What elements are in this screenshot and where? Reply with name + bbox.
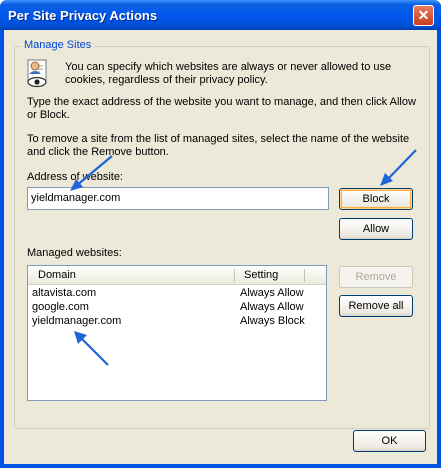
setting-cell: Always Allow xyxy=(240,287,304,299)
remove-instructions-line1: To remove a site from the list of manage… xyxy=(27,133,410,145)
column-header-domain[interactable]: Domain xyxy=(38,269,76,281)
window-title: Per Site Privacy Actions xyxy=(8,8,158,23)
address-input-value: yieldmanager.com xyxy=(31,192,121,204)
annotation-arrow-icon xyxy=(70,155,113,191)
close-icon: ✕ xyxy=(417,7,430,23)
allow-button[interactable]: Allow xyxy=(339,218,413,240)
close-button[interactable]: ✕ xyxy=(413,5,434,26)
list-item[interactable]: yieldmanager.com Always Block xyxy=(28,314,326,328)
intro-text-line1: You can specify which websites are alway… xyxy=(65,61,392,73)
intro-text-line2: cookies, regardless of their privacy pol… xyxy=(65,74,268,86)
dialog-window: Per Site Privacy Actions ✕ Manage Sites … xyxy=(0,0,441,468)
dialog-body: Manage Sites You can specify which websi… xyxy=(4,30,437,464)
remove-all-button[interactable]: Remove all xyxy=(339,295,413,317)
managed-websites-label: Managed websites: xyxy=(27,247,122,259)
annotation-arrow-icon xyxy=(74,331,109,366)
domain-cell: altavista.com xyxy=(32,287,97,299)
column-header-setting[interactable]: Setting xyxy=(244,269,278,281)
list-item[interactable]: google.com Always Allow xyxy=(28,300,326,314)
list-header: Domain Setting xyxy=(28,266,326,285)
domain-cell: yieldmanager.com xyxy=(32,315,122,327)
ok-button[interactable]: OK xyxy=(353,430,426,452)
annotation-arrow-icon xyxy=(380,149,417,186)
remove-button[interactable]: Remove xyxy=(339,266,413,288)
column-divider[interactable] xyxy=(304,269,305,282)
setting-cell: Always Block xyxy=(240,315,305,327)
column-divider[interactable] xyxy=(234,269,235,282)
group-legend: Manage Sites xyxy=(21,39,95,51)
list-item[interactable]: altavista.com Always Allow xyxy=(28,286,326,300)
domain-cell: google.com xyxy=(32,301,89,313)
title-bar[interactable]: Per Site Privacy Actions ✕ xyxy=(0,0,441,30)
block-button[interactable]: Block xyxy=(339,188,413,210)
privacy-document-eye-icon xyxy=(27,59,47,88)
type-instructions-line1: Type the exact address of the website yo… xyxy=(27,96,416,108)
type-instructions-line2: or Block. xyxy=(27,109,70,121)
setting-cell: Always Allow xyxy=(240,301,304,313)
